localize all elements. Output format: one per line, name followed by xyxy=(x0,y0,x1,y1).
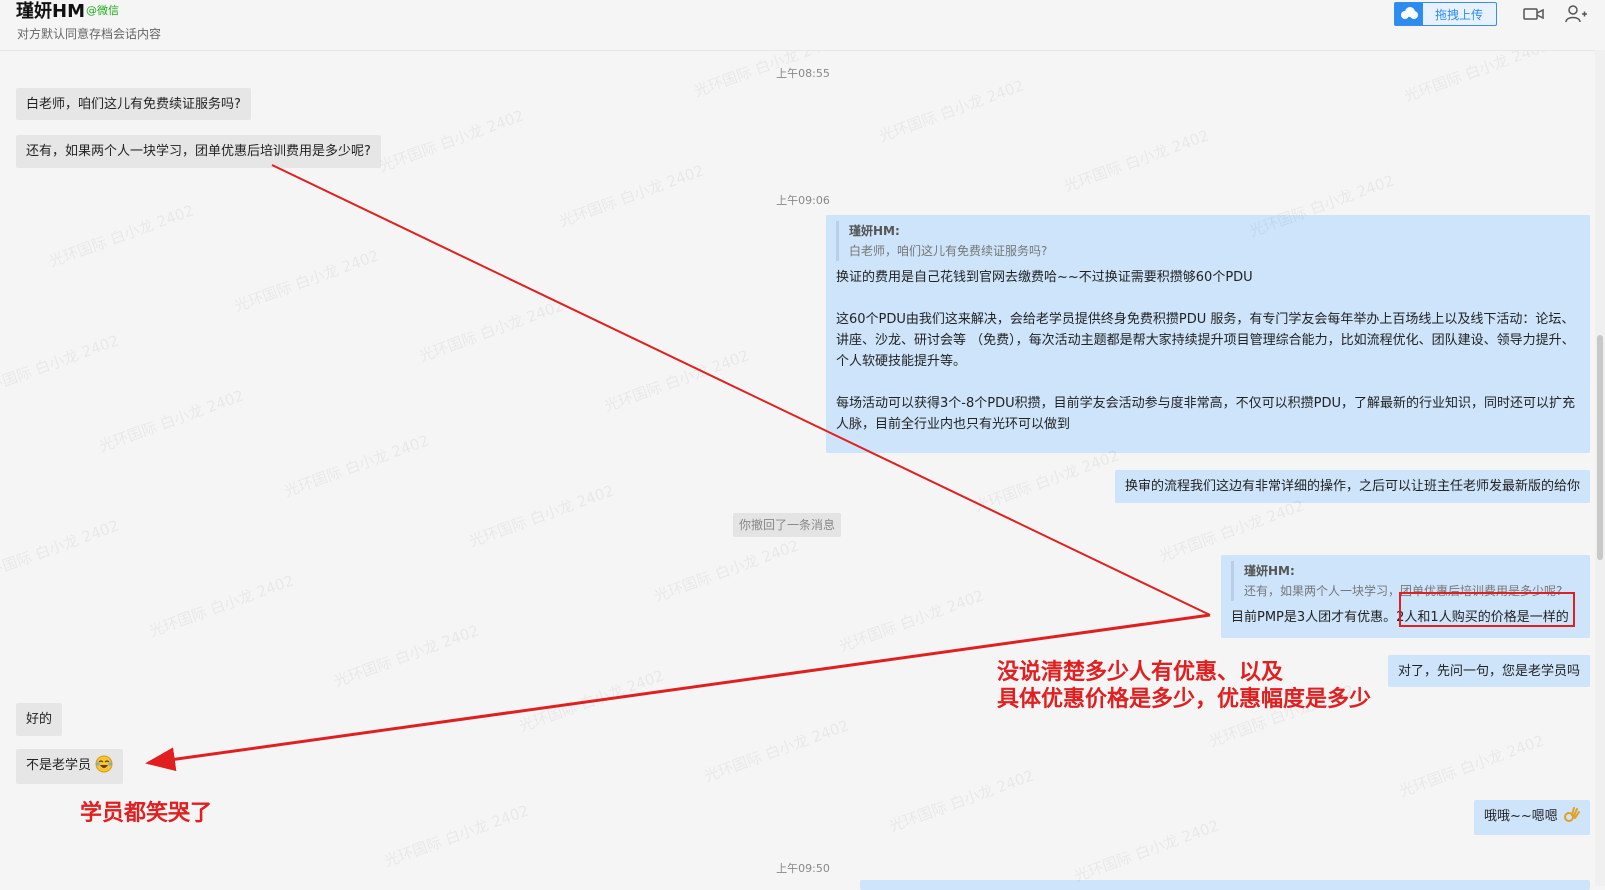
watermark: 光环国际 白小龙 2402 xyxy=(556,161,707,231)
annotation-highlight-box xyxy=(1399,592,1575,627)
watermark: 光环国际 白小龙 2402 xyxy=(281,431,432,501)
watermark: 光环国际 白小龙 2402 xyxy=(1396,731,1547,801)
watermark: 光环国际 白小龙 2402 xyxy=(0,331,122,401)
message-text: 好的 xyxy=(26,712,53,727)
watermark: 光环国际 白小龙 2402 xyxy=(416,296,567,366)
watermark: 光环国际 白小龙 2402 xyxy=(1071,816,1222,886)
watermark: 光环国际 白小龙 2402 xyxy=(516,666,667,736)
timestamp: 上午09:06 xyxy=(776,194,830,207)
ok-hand-emoji-icon xyxy=(1562,806,1580,824)
watermark: 光环国际 白小龙 2402 xyxy=(971,446,1122,516)
message-text: 不是老学员 xyxy=(26,758,92,773)
recall-notice: 你撤回了一条消息 xyxy=(733,513,841,537)
watermark: 光环国际 白小龙 2402 xyxy=(1061,126,1212,196)
message-text: 还有，如果两个人一块学习，团单优惠后培训费用是多少呢? xyxy=(26,144,371,159)
incoming-message[interactable]: 不是老学员 xyxy=(16,749,124,784)
video-call-icon[interactable] xyxy=(1522,4,1546,24)
annotation-line-1: 没说清楚多少人有优惠、以及 xyxy=(997,660,1284,685)
quote-text: 白老师，咱们这儿有免费续证服务吗? xyxy=(849,244,1048,258)
watermark: 光环国际 白小龙 2402 xyxy=(96,386,247,456)
watermark: 光环国际 白小龙 2402 xyxy=(876,76,1027,146)
outgoing-message[interactable]: 哦哦~~嗯嗯 xyxy=(1474,800,1590,835)
watermark: 光环国际 白小龙 2402 xyxy=(466,481,617,551)
timestamp: 上午08:55 xyxy=(776,67,830,80)
outgoing-message[interactable]: 对了，先问一句，您是老学员吗 xyxy=(1388,655,1591,687)
message-text: 换审的流程我们这边有非常详细的操作，之后可以让班主任老师发最新版的给你 xyxy=(1125,479,1581,494)
incoming-message[interactable]: 白老师，咱们这儿有免费续证服务吗? xyxy=(16,88,251,120)
watermark: 光环国际 白小龙 2402 xyxy=(381,801,532,871)
scrollbar-thumb[interactable] xyxy=(1597,335,1603,560)
archive-notice: 对方默认同意存档会话内容 xyxy=(17,27,162,41)
drag-upload-button[interactable]: 拖拽上传 xyxy=(1394,2,1497,26)
add-user-icon[interactable] xyxy=(1564,4,1588,24)
watermark: 光环国际 白小龙 2402 xyxy=(601,346,752,416)
laughing-tears-emoji-icon xyxy=(95,755,113,773)
watermark: 光环国际 白小龙 2402 xyxy=(701,716,852,786)
message-text: 白老师，咱们这儿有免费续证服务吗? xyxy=(26,97,241,112)
quote-author: 瑾妍HM: xyxy=(849,224,900,238)
watermark: 光环国际 白小龙 2402 xyxy=(46,201,197,271)
contact-name: 瑾妍HM xyxy=(16,1,85,22)
outgoing-message-partial[interactable] xyxy=(860,880,1590,890)
message-text: 对了，先问一句，您是老学员吗 xyxy=(1398,664,1581,679)
watermark: 光环国际 白小龙 2402 xyxy=(886,766,1037,836)
quoted-message: 瑾妍HM: 白老师，咱们这儿有免费续证服务吗? xyxy=(836,221,1580,261)
watermark: 光环国际 白小龙 2402 xyxy=(651,536,802,606)
incoming-message[interactable]: 还有，如果两个人一块学习，团单优惠后培训费用是多少呢? xyxy=(16,135,381,168)
upload-label: 拖拽上传 xyxy=(1435,8,1484,22)
outgoing-message[interactable]: 换审的流程我们这边有非常详细的操作，之后可以让班主任老师发最新版的给你 xyxy=(1115,470,1591,503)
chat-header: 瑾妍HM @微信 对方默认同意存档会话内容 拖拽上传 xyxy=(0,0,1605,51)
contact-source-tag: @微信 xyxy=(86,4,119,17)
outgoing-message[interactable]: 瑾妍HM: 白老师，咱们这儿有免费续证服务吗? 换证的费用是自己花钱到官网去缴费… xyxy=(826,215,1590,453)
message-paragraph: 换证的费用是自己花钱到官网去缴费哈~~不过换证需要积攒够60个PDU xyxy=(836,270,1253,285)
message-text: 哦哦~~嗯嗯 xyxy=(1484,809,1558,824)
annotation-note: 学员都笑哭了 xyxy=(80,801,213,826)
cloud-icon xyxy=(1395,3,1423,25)
quote-author: 瑾妍HM: xyxy=(1244,564,1295,578)
watermark: 光环国际 白小龙 2402 xyxy=(0,516,122,586)
annotation-note: 没说清楚多少人有优惠、以及 具体优惠价格是多少，优惠幅度是多少 xyxy=(997,659,1371,713)
watermark: 光环国际 白小龙 2402 xyxy=(146,571,297,641)
annotation-line-2: 具体优惠价格是多少，优惠幅度是多少 xyxy=(997,687,1372,712)
watermark: 光环国际 白小龙 2402 xyxy=(231,246,382,316)
watermark: 光环国际 白小龙 2402 xyxy=(376,106,527,176)
incoming-message[interactable]: 好的 xyxy=(16,703,63,736)
timestamp: 上午09:50 xyxy=(776,862,830,875)
watermark: 光环国际 白小龙 2402 xyxy=(331,621,482,691)
watermark: 光环国际 白小龙 2402 xyxy=(836,586,987,656)
message-paragraph: 每场活动可以获得3个-8个PDU积攒，目前学友会活动参与度非常高，不仅可以积攒P… xyxy=(836,396,1575,432)
message-paragraph: 这60个PDU由我们这来解决，会给老学员提供终身免费积攒PDU 服务，有专门学友… xyxy=(836,312,1575,369)
